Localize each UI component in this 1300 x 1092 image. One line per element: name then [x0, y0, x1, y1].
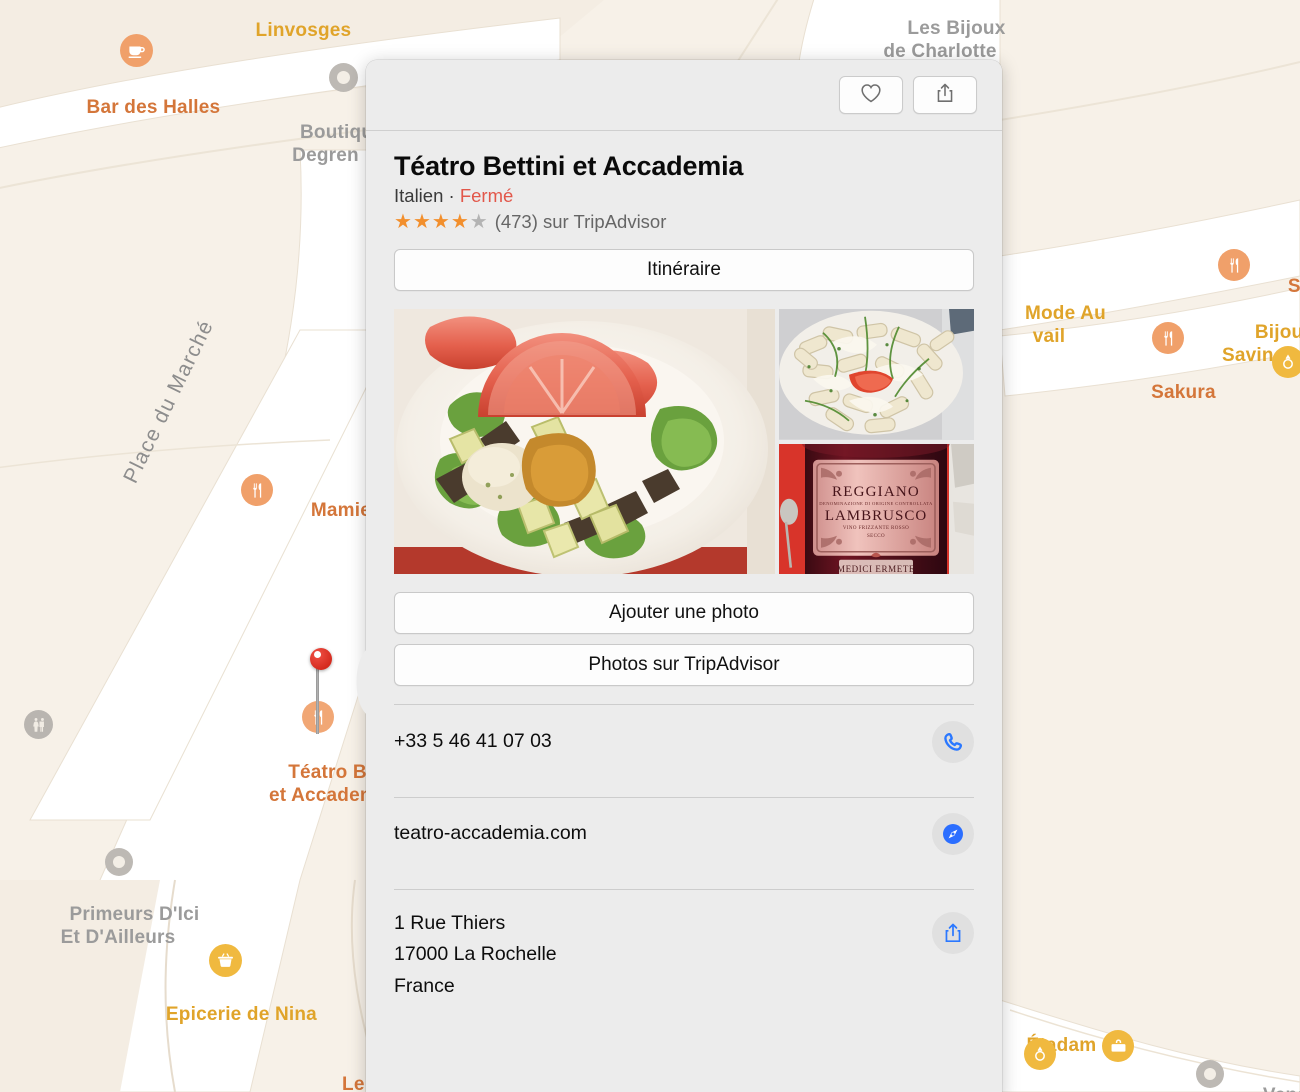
cutlery-icon-sakura[interactable] — [1152, 322, 1184, 354]
svg-text:LAMBRUSCO: LAMBRUSCO — [825, 507, 927, 523]
open-website-button[interactable] — [932, 813, 974, 855]
address-line-1: 1 Rue Thiers — [394, 911, 506, 934]
status-badge: Fermé — [459, 185, 514, 206]
ring-icon-savin[interactable] — [1272, 346, 1300, 378]
callout-pointer — [356, 648, 370, 716]
page-title: Téatro Bettini et Accademia — [394, 151, 744, 181]
place-subtitle: Italien · Fermé — [394, 185, 974, 207]
svg-text:VINO FRIZZANTE ROSSO: VINO FRIZZANTE ROSSO — [843, 525, 909, 530]
map-label-primeurs-dici[interactable]: Primeurs D'Ici Et D'Ailleurs — [18, 882, 218, 972]
bag-icon-pressing[interactable] — [1102, 1030, 1134, 1062]
directions-button[interactable]: Itinéraire — [394, 249, 974, 291]
share-button[interactable] — [913, 76, 977, 114]
map-label-venant[interactable]: Venant — [1230, 1063, 1300, 1092]
star-1: ★ — [394, 211, 412, 233]
card-body: Téatro Bettini et Accademia Italien · Fe… — [366, 131, 1002, 1008]
add-photo-button[interactable]: Ajouter une photo — [394, 592, 974, 634]
cutlery-icon-shel[interactable] — [1218, 249, 1250, 281]
address-row[interactable]: 1 Rue Thiers 17000 La Rochelle France — [394, 890, 974, 1009]
map-label-linvosges[interactable]: Linvosges — [207, 0, 367, 65]
place-info-card: Téatro Bettini et Accademia Italien · Fe… — [366, 60, 1002, 1092]
phone-row[interactable]: +33 5 46 41 07 03 — [394, 705, 974, 779]
address-value: 1 Rue Thiers 17000 La Rochelle France — [394, 908, 557, 1003]
salad-plate-photo[interactable] — [394, 309, 775, 574]
svg-text:SECCO: SECCO — [867, 533, 885, 538]
pin-head — [310, 648, 332, 670]
restroom-icon[interactable] — [24, 710, 53, 739]
maps-place-card-screen: Place du Marché Linvosges Bar des Halles… — [0, 0, 1300, 1092]
compass-icon — [941, 822, 965, 846]
map-label-mode-au-travail[interactable]: Mode Au vail — [988, 281, 1110, 371]
rating-row[interactable]: ★ ★ ★ ★ ★ (473) sur TripAdvisor — [394, 211, 974, 233]
call-button[interactable] — [932, 720, 974, 763]
photo-column: REGGIANO DENOMINAZIONE DI ORIGINE CONTRO… — [779, 309, 974, 574]
phone-value: +33 5 46 41 07 03 — [394, 729, 552, 752]
svg-text:DENOMINAZIONE DI ORIGINE CONTR: DENOMINAZIONE DI ORIGINE CONTROLLATA — [819, 500, 933, 505]
cutlery-icon-mamie-b[interactable] — [241, 474, 273, 506]
star-4: ★ — [450, 211, 469, 233]
pasta-photo[interactable] — [779, 309, 974, 440]
pin-stick — [316, 662, 319, 734]
photo-action-buttons: Ajouter une photo Photos sur TripAdvisor — [394, 592, 974, 686]
star-5: ★ — [469, 211, 488, 233]
tripadvisor-photos-button[interactable]: Photos sur TripAdvisor — [394, 644, 974, 686]
basket-icon[interactable] — [209, 944, 242, 977]
wine-bottle-photo[interactable]: REGGIANO DENOMINAZIONE DI ORIGINE CONTRO… — [779, 443, 974, 574]
photo-gallery[interactable]: REGGIANO DENOMINAZIONE DI ORIGINE CONTRO… — [394, 309, 974, 574]
map-label-epicerie-de-nina[interactable]: Epicerie de Nina — [115, 982, 335, 1049]
phone-icon — [942, 731, 964, 753]
ring-icon-etadam[interactable] — [1024, 1038, 1056, 1070]
heart-icon — [860, 83, 882, 108]
share-address-button[interactable] — [932, 911, 974, 954]
dot-icon-boutique-degrenne[interactable] — [329, 63, 358, 92]
rating-count-label: (473) sur TripAdvisor — [494, 211, 667, 232]
website-row[interactable]: teatro-accademia.com — [394, 797, 974, 871]
map-label-sakura[interactable]: Sakura — [1117, 360, 1217, 427]
card-header — [366, 60, 1002, 131]
star-rating: ★ ★ ★ ★ ★ — [394, 212, 488, 232]
star-2: ★ — [412, 211, 431, 233]
map-label-bar-des-halles[interactable]: Bar des Halles — [37, 75, 237, 142]
website-value: teatro-accademia.com — [394, 822, 587, 845]
share-icon — [935, 82, 955, 109]
place-category: Italien — [394, 185, 444, 206]
favorite-button[interactable] — [839, 76, 903, 114]
dot-icon-venant[interactable] — [1196, 1060, 1224, 1088]
share-icon — [943, 922, 963, 944]
svg-text:MEDICI ERMETE: MEDICI ERMETE — [837, 563, 915, 573]
cup-icon[interactable] — [120, 34, 153, 67]
dot-icon-primeurs[interactable] — [105, 848, 133, 876]
svg-text:REGGIANO: REGGIANO — [832, 483, 920, 499]
address-line-2: 17000 La Rochelle — [394, 943, 557, 966]
address-line-3: France — [394, 974, 455, 997]
map-label-pressing[interactable]: Pressing — [1062, 1070, 1174, 1092]
star-3: ★ — [431, 211, 450, 233]
subtitle-separator: · — [448, 185, 455, 206]
